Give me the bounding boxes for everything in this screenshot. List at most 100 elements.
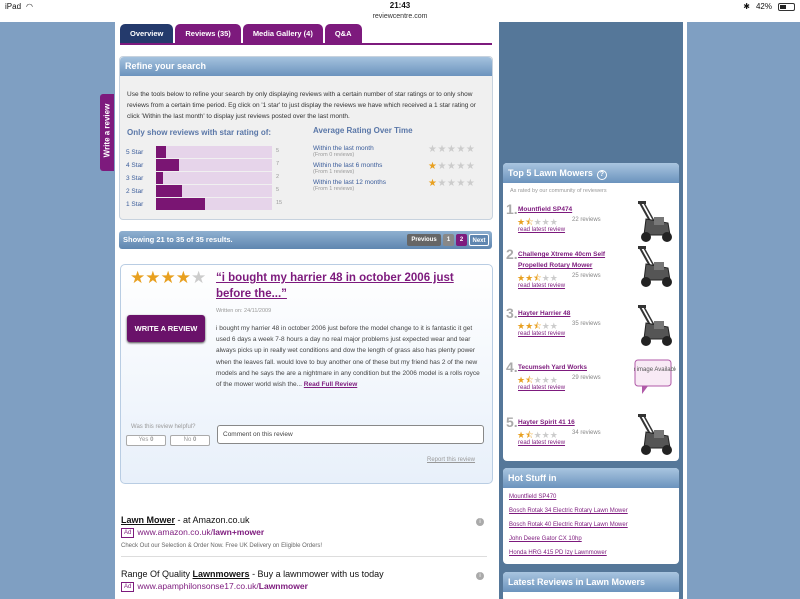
read-latest-link[interactable]: read latest review [518,331,565,337]
star-filter-count: 2 [276,174,280,180]
info-icon[interactable]: i [476,518,484,526]
avg-rating-heading: Average Rating Over Time [313,126,413,135]
latest-reviews-title: Latest Reviews in Lawn Mowers [503,572,679,592]
comment-input[interactable]: Comment on this review [217,425,484,444]
star-filter-5[interactable]: 5 Star 5 [126,146,279,158]
lawn-mower-image [638,414,672,455]
avg-row-label[interactable]: Within the last 12 months [313,179,386,186]
top5-rank: 5. [506,414,518,430]
top5-count: 29 reviews [572,375,601,381]
helpful-no-button[interactable]: No 0 [170,435,210,446]
battery-icon [778,2,795,11]
star-filter-label[interactable]: 4 Star [126,162,156,169]
page-2-button[interactable]: 2 [456,234,467,246]
star-filter-count: 5 [276,148,280,154]
ad-title-bold[interactable]: Lawn Mower [121,515,175,525]
review-body: i bought my harrier 48 in october 2006 j… [216,325,480,389]
review-rating: ★★★★★ [130,268,207,287]
ad-label: Ad [121,581,135,592]
hot-stuff-link[interactable]: Honda HRG 415 PD Izy Lawnmower [509,550,607,556]
top5-name[interactable]: Mountfield SP474 [518,204,630,215]
star-filter-bar[interactable] [156,185,272,197]
avg-row-label[interactable]: Within the last month [313,145,374,152]
top5-item: 5. Hayter Spirit 41 16 ★⯪★★★ 34 reviews read… [506,414,676,460]
hot-stuff-link[interactable]: Mountfield SP470 [509,494,556,500]
no-image-text: No image Available [634,367,676,373]
star-filter-3[interactable]: 3 Star 2 [126,172,279,184]
top5-name[interactable]: Hayter Harrier 48 [518,308,630,319]
tab-overview[interactable]: Overview [120,24,174,43]
ad-apamphilon[interactable]: Range Of Quality Lawnmowers - Buy a lawn… [121,569,487,592]
top5-name[interactable]: Tecumseh Yard Works [518,362,630,373]
top5-rank: 4. [506,359,518,375]
top5-name[interactable]: Hayter Spirit 41 16 [518,417,630,428]
top5-title: Top 5 Lawn Mowers? [503,163,679,183]
write-review-button[interactable]: WRITE A REVIEW [127,315,205,342]
star-filter-fill [156,185,182,197]
star-filter-label[interactable]: 3 Star [126,175,156,182]
star-filter-2[interactable]: 2 Star 5 [126,185,279,197]
top5-name[interactable]: Challenge Xtreme 40cm Self Propelled Rot… [518,249,630,271]
star-filter-count: 7 [276,161,280,167]
star-filter-4[interactable]: 4 Star 7 [126,159,279,171]
avg-row-label[interactable]: Within the last 6 months [313,162,382,169]
url-bar[interactable]: reviewcentre.com [0,13,800,22]
review-date: Written on: 24/11/2009 [216,308,272,314]
tab-media-gallery[interactable]: Media Gallery (4) [242,24,323,43]
refine-title: Refine your search [120,57,492,76]
page-1-button[interactable]: 1 [443,234,454,246]
helpful-label: Was this review helpful? [131,424,196,430]
top5-rank: 3. [506,305,518,321]
read-latest-link[interactable]: read latest review [518,385,565,391]
read-latest-link[interactable]: read latest review [518,283,565,289]
clock: 21:43 [389,1,411,10]
avg-row[interactable]: Within the last month (From 0 reviews) [313,145,374,158]
info-icon[interactable]: i [476,572,484,580]
tab-qa[interactable]: Q&A [324,24,362,43]
top5-count: 35 reviews [572,321,601,327]
report-review-link[interactable]: Report this review [427,457,475,463]
hot-stuff-link[interactable]: Bosch Rotak 40 Electric Rotary Lawn Mowe… [509,522,628,528]
ad-amazon[interactable]: Lawn Mower - at Amazon.co.uk Ad www.amazo… [121,515,487,557]
read-full-review-link[interactable]: Read Full Review [304,381,357,388]
star-filter-bar[interactable] [156,172,272,184]
tab-underline [120,43,492,45]
review-title[interactable]: “i bought my harrier 48 in october 2006 … [216,270,481,302]
top5-item: 2. Challenge Xtreme 40cm Self Propelled R… [506,246,676,292]
star-filter-bar[interactable] [156,146,272,158]
helpful-yes-button[interactable]: Yes 0 [126,435,166,446]
avg-row-stars: ★★★★★ [428,161,476,172]
star-filter-fill [156,159,180,171]
star-filter-bar[interactable] [156,159,272,171]
status-bar: iPad ◠ 21:43 ✱ 42% [0,0,800,13]
star-filter-fill [156,146,167,158]
avg-row-stars: ★★★★★ [428,178,476,189]
star-filter-bar[interactable] [156,198,272,210]
ad-label: Ad [121,527,135,538]
hot-stuff-title: Hot Stuff in [503,468,679,488]
read-latest-link[interactable]: read latest review [518,440,565,446]
next-button[interactable]: Next [469,234,489,246]
latest-reviews-panel: Latest Reviews in Lawn Mowers [503,572,679,599]
help-icon[interactable]: ? [596,170,607,180]
star-filter-count: 5 [276,187,280,193]
previous-button[interactable]: Previous [407,234,441,246]
write-review-side-tab[interactable]: Write a review [100,94,114,171]
avg-row-sub: (From 1 reviews) [313,186,355,192]
star-filter-label[interactable]: 2 Star [126,188,156,195]
tab-bar: Overview Reviews (35) Media Gallery (4) … [120,24,362,43]
hot-stuff-link[interactable]: Bosch Rotak 34 Electric Rotary Lawn Mowe… [509,508,628,514]
tab-reviews[interactable]: Reviews (35) [175,24,241,43]
star-filter-fill [156,172,163,184]
avg-row[interactable]: Within the last 6 months (From 1 reviews) [313,162,382,175]
star-filter-label[interactable]: 5 Star [126,149,156,156]
lawn-mower-image [638,246,672,287]
star-filter-label[interactable]: 1 Star [126,201,156,208]
top5-count: 25 reviews [572,273,601,279]
lawn-mower-image [638,305,672,346]
avg-row[interactable]: Within the last 12 months (From 1 reviews… [313,179,386,192]
ad-title-bold[interactable]: Lawnmowers [193,569,250,579]
star-filter-1[interactable]: 1 Star 15 [126,198,282,210]
hot-stuff-link[interactable]: John Deere Gator CX 10hp [509,536,582,542]
read-latest-link[interactable]: read latest review [518,227,565,233]
